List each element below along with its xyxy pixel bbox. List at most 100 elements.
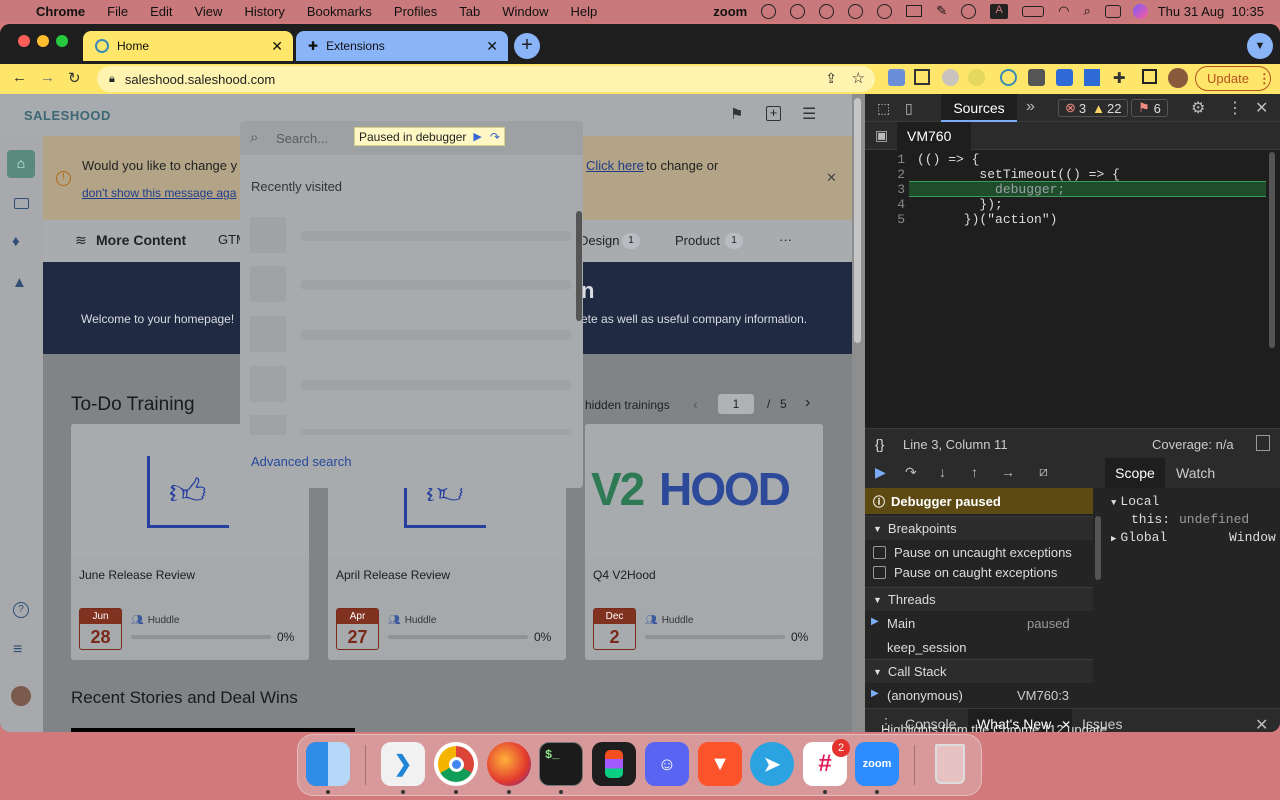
qr-extension-icon[interactable]: [914, 69, 930, 85]
menu-edit[interactable]: Edit: [150, 4, 172, 19]
list-item[interactable]: [250, 266, 580, 302]
tab-scope[interactable]: Scope: [1105, 458, 1165, 488]
list-item[interactable]: [250, 316, 580, 352]
help-icon[interactable]: ?: [13, 602, 29, 618]
banner-dont-show-link[interactable]: don't show this message aga: [82, 186, 236, 200]
chrome-app-icon[interactable]: [434, 742, 478, 786]
profile-avatar[interactable]: [1168, 68, 1188, 88]
search-bar[interactable]: ⌕ Search... Paused in debugger ▶︎ ↷: [240, 121, 583, 155]
more-content-link[interactable]: More Content: [96, 232, 186, 248]
extension-icon[interactable]: [1000, 69, 1017, 86]
training-icon[interactable]: ▲: [12, 274, 27, 291]
update-button[interactable]: Update ⋮: [1195, 66, 1271, 91]
hidden-trainings-label[interactable]: hidden trainings: [585, 398, 670, 412]
menu-app-name[interactable]: Chrome: [36, 4, 85, 19]
menu-history[interactable]: History: [244, 4, 284, 19]
control-center-icon[interactable]: [1104, 4, 1121, 18]
dropdown-scrollbar-thumb[interactable]: [576, 211, 582, 321]
extension-icon[interactable]: [888, 69, 905, 86]
maximize-window-button[interactable]: [56, 35, 68, 47]
advanced-search-link[interactable]: Advanced search: [251, 454, 351, 469]
bookmark-star-icon[interactable]: ☆: [852, 69, 865, 87]
scope-local[interactable]: ▼ Local: [1111, 494, 1159, 509]
edit-icon[interactable]: ✎: [936, 3, 947, 19]
extension-icon[interactable]: [968, 69, 985, 86]
brave-app-icon[interactable]: ▼: [698, 742, 742, 786]
deals-icon[interactable]: ♦: [12, 233, 20, 250]
page-scrollbar-thumb[interactable]: [854, 98, 861, 343]
spotlight-search-icon[interactable]: ⌕: [1083, 3, 1090, 19]
tab-home[interactable]: Home ✕: [83, 31, 293, 61]
step-over-icon[interactable]: ↷: [490, 130, 500, 144]
pretty-print-icon[interactable]: {}: [875, 436, 884, 452]
toggle-navigator-icon[interactable]: ▣: [875, 127, 888, 144]
zoom-app-icon[interactable]: zoom: [855, 742, 899, 786]
tab-watch[interactable]: Watch: [1176, 465, 1215, 481]
menu-profiles[interactable]: Profiles: [394, 4, 437, 19]
menu-tab[interactable]: Tab: [459, 4, 480, 19]
content-icon[interactable]: [14, 198, 29, 209]
nav-more-button[interactable]: ···: [779, 232, 792, 247]
breakpoints-section[interactable]: ▼ Breakpoints: [865, 516, 1093, 540]
extension-icon[interactable]: [942, 69, 959, 86]
coverage-icon[interactable]: [1256, 435, 1270, 451]
display-icon[interactable]: [906, 5, 923, 17]
address-bar[interactable]: 🔒︎ saleshood.saleshood.com ⇪ ☆: [97, 66, 875, 92]
thread-keep-session[interactable]: keep_session: [887, 640, 967, 655]
prev-page-icon[interactable]: ‹: [693, 396, 698, 412]
reload-button[interactable]: ↻: [68, 69, 81, 87]
user-avatar[interactable]: [11, 686, 31, 706]
zoom-status-label[interactable]: zoom: [713, 4, 747, 19]
keyboard-input-icon[interactable]: A: [990, 3, 1009, 19]
add-icon[interactable]: +: [766, 106, 781, 121]
terminal-app-icon[interactable]: $_: [539, 742, 583, 786]
pause-caught-option[interactable]: Pause on caught exceptions: [873, 565, 1057, 580]
resume-icon[interactable]: ▶︎: [473, 130, 481, 143]
menu-window[interactable]: Window: [502, 4, 548, 19]
share-icon[interactable]: ⇪: [825, 70, 837, 87]
close-devtools-icon[interactable]: ✕: [1255, 98, 1268, 118]
siri-icon[interactable]: [1132, 3, 1148, 19]
settings-gear-icon[interactable]: ⚙: [1191, 98, 1205, 118]
close-tab-icon[interactable]: ✕: [486, 38, 498, 55]
step-icon[interactable]: →: [1001, 464, 1015, 480]
new-tab-button[interactable]: +: [514, 33, 540, 59]
search-input[interactable]: Search...: [276, 131, 328, 146]
list-item[interactable]: [250, 415, 580, 435]
call-frame[interactable]: ▶︎ (anonymous) VM760:3: [865, 684, 1093, 708]
sidebar-toggle-icon[interactable]: [1142, 69, 1157, 84]
banner-click-here-link[interactable]: Click here: [586, 158, 644, 173]
issues-count-badge[interactable]: ⚑ 6: [1131, 99, 1168, 117]
extension-icon[interactable]: [1028, 69, 1045, 86]
resume-execution-icon[interactable]: ▶︎: [875, 464, 886, 481]
more-options-icon[interactable]: ⋮: [1227, 98, 1243, 118]
close-window-button[interactable]: [18, 35, 30, 47]
file-tab-vm760[interactable]: VM760 ✕: [897, 122, 971, 172]
page-number-input[interactable]: 1: [718, 394, 754, 414]
code-editor[interactable]: 1 (() => { 2 setTimeout(() => { 3 debugg…: [865, 150, 1280, 428]
firefox-app-icon[interactable]: [487, 742, 531, 786]
banner-close-icon[interactable]: ✕: [826, 170, 837, 186]
step-into-icon[interactable]: ↓: [939, 464, 946, 480]
vscode-app-icon[interactable]: ❯: [381, 742, 425, 786]
scope-global[interactable]: ▶︎ Global: [1111, 530, 1167, 545]
nav-product[interactable]: Product: [675, 233, 720, 248]
menu-file[interactable]: File: [107, 4, 128, 19]
location-icon[interactable]: [761, 3, 777, 19]
menu-view[interactable]: View: [194, 4, 222, 19]
menu-datetime[interactable]: Thu 31 Aug 10:35: [1158, 4, 1264, 19]
error-count-badge[interactable]: ⊗ 3 ▲ 22: [1058, 99, 1129, 117]
tab-search-button[interactable]: ▼: [1247, 33, 1273, 59]
deactivate-breakpoints-icon[interactable]: ⧄: [1039, 463, 1048, 480]
menu-bookmarks[interactable]: Bookmarks: [307, 4, 372, 19]
story-thumbnail[interactable]: [71, 728, 355, 732]
sidebar-scrollbar-thumb[interactable]: [1095, 516, 1101, 580]
tab-sources[interactable]: Sources: [941, 94, 1017, 122]
telegram-app-icon[interactable]: ➤: [750, 742, 794, 786]
saleshood-logo[interactable]: SALESHOOD: [24, 108, 111, 123]
clock-icon[interactable]: [819, 3, 835, 19]
pause-uncaught-option[interactable]: Pause on uncaught exceptions: [873, 545, 1072, 560]
thread-main[interactable]: ▶︎ Main paused: [865, 612, 1093, 636]
grid-icon[interactable]: [790, 3, 806, 19]
tab-extensions[interactable]: ✚ Extensions ✕: [296, 31, 508, 61]
